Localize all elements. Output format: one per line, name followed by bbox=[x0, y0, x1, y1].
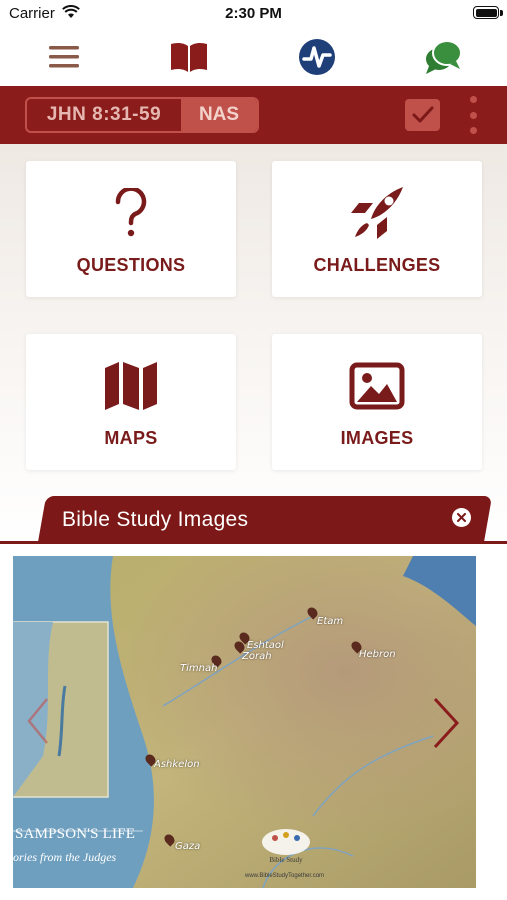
map-image[interactable]: Etam Eshtaol Zorah Timnah Hebron Ashkelo… bbox=[13, 556, 476, 888]
clock-label: 2:30 PM bbox=[225, 5, 282, 22]
bible-study-logo: Bible Study bbox=[262, 829, 310, 864]
maps-label: MAPS bbox=[104, 428, 158, 448]
questions-card[interactable]: QUESTIONS bbox=[26, 161, 236, 297]
chevron-right-icon bbox=[433, 697, 460, 749]
top-nav bbox=[0, 28, 507, 86]
place-ashkelon: Ashkelon bbox=[154, 759, 200, 770]
images-panel-title: Bible Study Images bbox=[62, 508, 249, 531]
lightning-button[interactable] bbox=[295, 36, 339, 78]
logo-text: Bible Study bbox=[269, 856, 303, 864]
battery-icon bbox=[473, 6, 499, 19]
place-gaza: Gaza bbox=[175, 841, 201, 852]
passage-selector[interactable]: JHN 8:31-59 NAS bbox=[25, 97, 259, 133]
more-dots-icon bbox=[469, 96, 477, 103]
map-caption-title: SAMPSON'S LIFE bbox=[15, 826, 136, 842]
rocket-icon bbox=[351, 187, 403, 239]
place-zorah: Zorah bbox=[242, 651, 272, 662]
map-icon bbox=[105, 362, 157, 410]
challenges-card[interactable]: CHALLENGES bbox=[272, 161, 482, 297]
challenges-label: CHALLENGES bbox=[313, 255, 441, 275]
close-icon bbox=[457, 513, 466, 522]
checkmark-icon bbox=[412, 106, 433, 123]
image-icon bbox=[349, 362, 405, 410]
book-icon bbox=[171, 42, 207, 72]
place-hebron: Hebron bbox=[359, 649, 396, 660]
map-caption-subtitle: ories from the Judges bbox=[13, 850, 117, 864]
images-card[interactable]: IMAGES bbox=[272, 334, 482, 470]
close-panel-button[interactable] bbox=[452, 508, 471, 527]
maps-card[interactable]: MAPS bbox=[26, 334, 236, 470]
next-image-button[interactable] bbox=[431, 696, 461, 755]
status-bar: Carrier 2:30 PM bbox=[0, 0, 507, 28]
menu-button[interactable] bbox=[42, 36, 86, 78]
map-credit: www.BibleStudyTogether.com bbox=[245, 873, 325, 879]
place-etam: Etam bbox=[317, 616, 344, 627]
bible-button[interactable] bbox=[167, 36, 211, 78]
menu-icon bbox=[49, 46, 79, 68]
questions-label: QUESTIONS bbox=[76, 255, 186, 275]
chat-button[interactable] bbox=[421, 36, 465, 78]
passage-reference[interactable]: JHN 8:31-59 bbox=[27, 99, 181, 131]
chevron-left-icon bbox=[27, 698, 48, 744]
complete-button[interactable] bbox=[405, 99, 440, 131]
version-selector[interactable]: NAS bbox=[181, 99, 257, 131]
question-mark-icon bbox=[115, 188, 147, 237]
place-timnah: Timnah bbox=[180, 663, 218, 674]
images-label: IMAGES bbox=[340, 428, 414, 448]
place-eshtaol: Eshtaol bbox=[247, 640, 284, 651]
more-options-button[interactable] bbox=[465, 96, 481, 134]
prev-image-button[interactable] bbox=[25, 696, 51, 751]
lightning-logo-icon bbox=[299, 39, 335, 75]
chat-icon bbox=[426, 40, 462, 74]
